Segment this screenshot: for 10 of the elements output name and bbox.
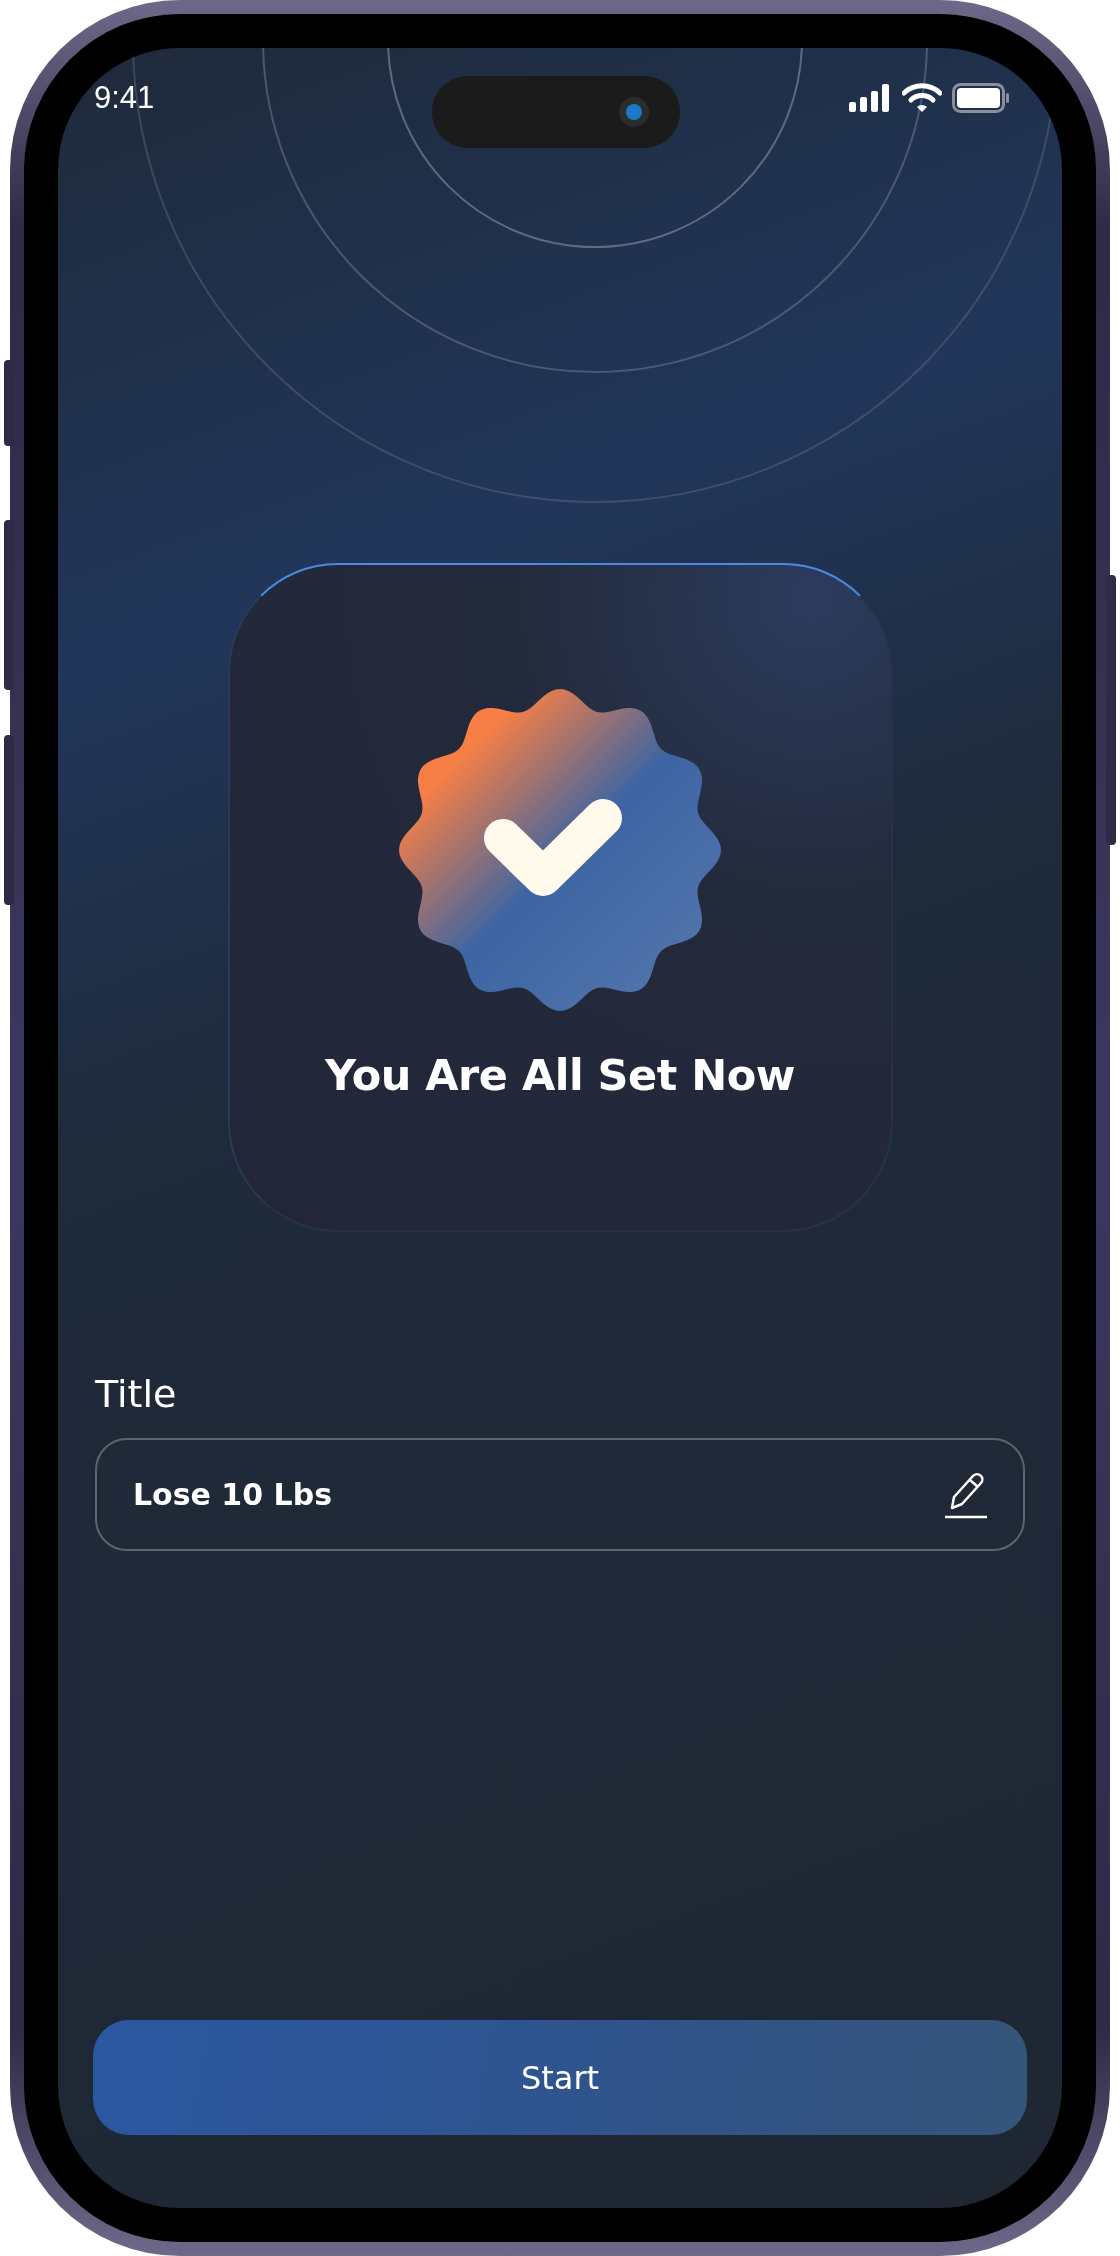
- signal-icon: [848, 84, 892, 112]
- field-label: Title: [95, 1372, 177, 1416]
- pencil-icon[interactable]: [943, 1470, 989, 1520]
- verified-badge-icon: [398, 688, 722, 1012]
- success-title: You Are All Set Now: [324, 1050, 796, 1100]
- start-button[interactable]: Start: [93, 2020, 1027, 2135]
- battery-icon: [952, 83, 1010, 113]
- status-time: 9:41: [94, 80, 155, 116]
- wifi-icon: [902, 83, 942, 113]
- title-input-field[interactable]: Lose 10 Lbs: [95, 1438, 1025, 1551]
